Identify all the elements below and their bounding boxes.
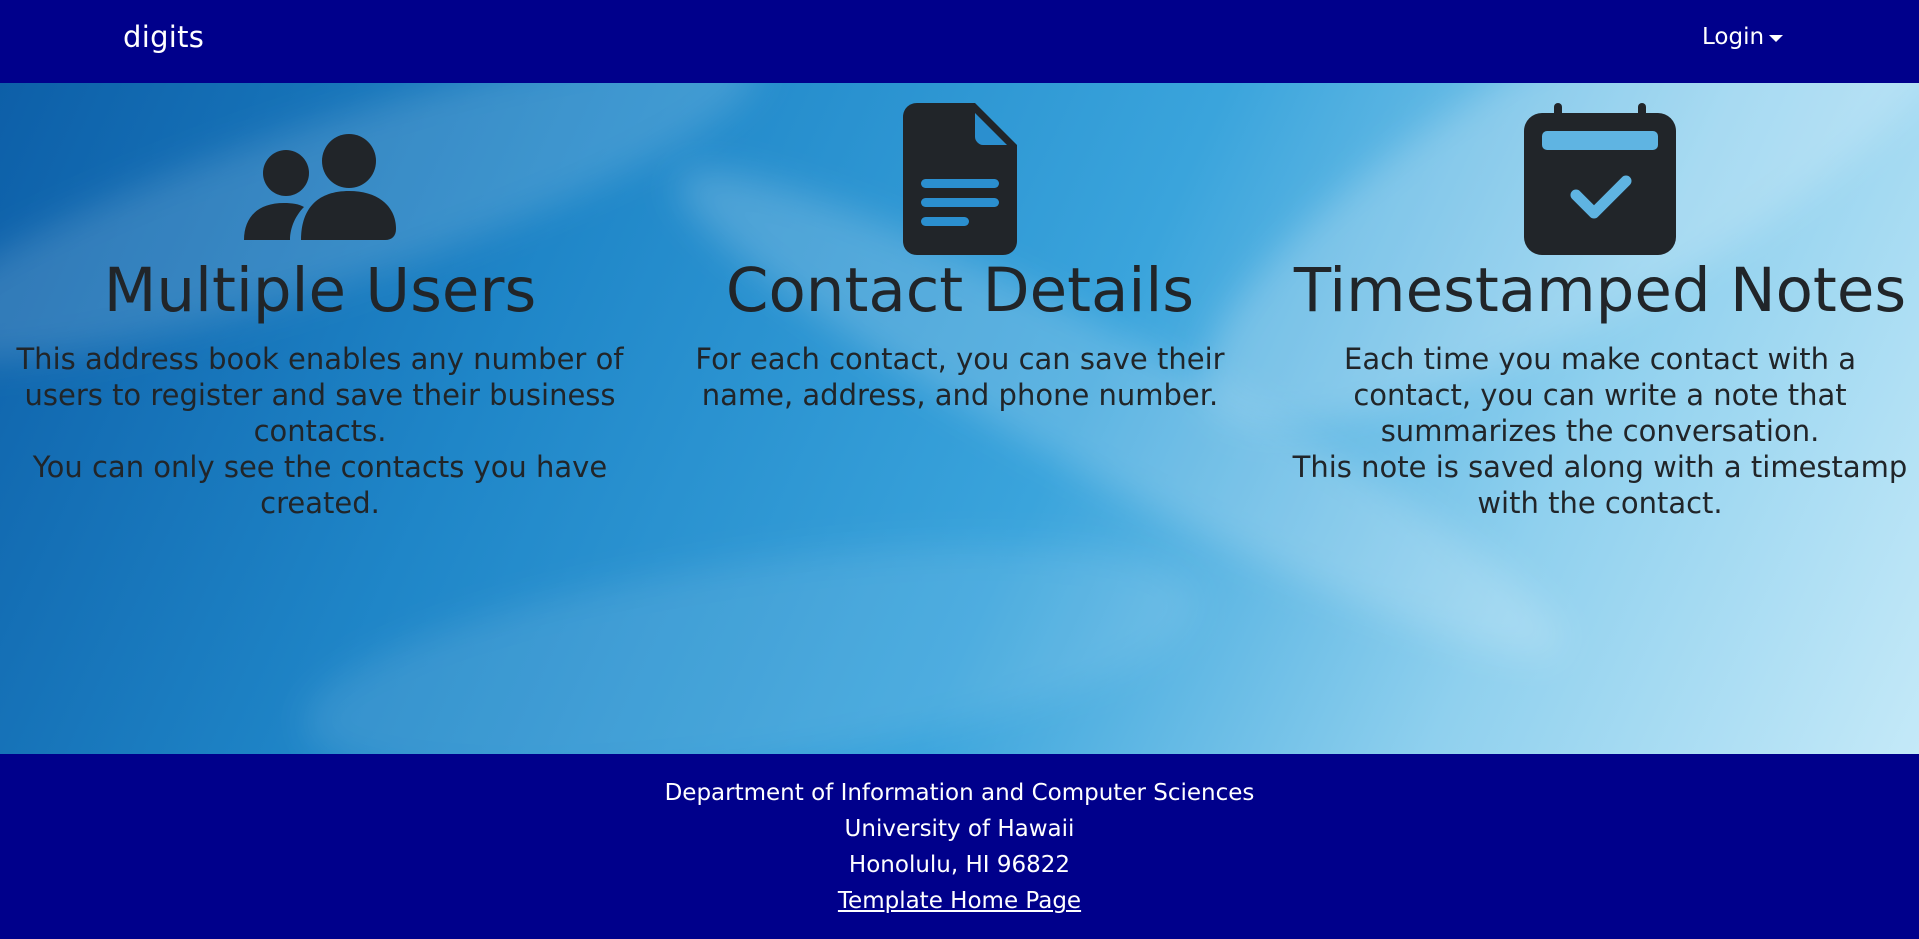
caret-down-icon xyxy=(1769,34,1784,42)
feature-description: This address book enables any number of … xyxy=(10,341,630,521)
login-dropdown[interactable]: Login xyxy=(1702,24,1784,50)
feature-text-line: You can only see the contacts you have c… xyxy=(32,450,608,520)
feature-title: Timestamped Notes xyxy=(1293,255,1907,326)
footer-department: Department of Information and Computer S… xyxy=(664,780,1255,806)
footer-university: University of Hawaii xyxy=(844,816,1075,842)
feature-text-line: Each time you make contact with a contac… xyxy=(1344,342,1856,448)
footer-address: Honolulu, HI 96822 xyxy=(848,852,1071,878)
feature-title: Multiple Users xyxy=(103,255,537,326)
footer-link-row: Template Home Page xyxy=(0,886,1919,916)
navbar: digits Login xyxy=(0,0,1919,83)
feature-description: For each contact, you can save their nam… xyxy=(650,341,1270,413)
feature-text-line: This note is saved along with a timestam… xyxy=(1292,450,1908,520)
brand-link[interactable]: digits xyxy=(123,20,204,54)
feature-text-line: For each contact, you can save their nam… xyxy=(695,342,1225,412)
footer: Department of Information and Computer S… xyxy=(0,754,1919,939)
landing-section: Multiple Users This address book enables… xyxy=(0,83,1919,754)
calendar-check-icon xyxy=(1524,103,1676,255)
people-icon xyxy=(244,134,396,240)
background-streak xyxy=(290,501,1210,754)
feature-text-line: This address book enables any number of … xyxy=(16,342,624,448)
template-home-link[interactable]: Template Home Page xyxy=(838,888,1081,914)
feature-title: Contact Details xyxy=(725,255,1195,326)
login-label: Login xyxy=(1702,24,1765,50)
file-text-icon xyxy=(903,103,1017,255)
feature-description: Each time you make contact with a contac… xyxy=(1290,341,1910,521)
